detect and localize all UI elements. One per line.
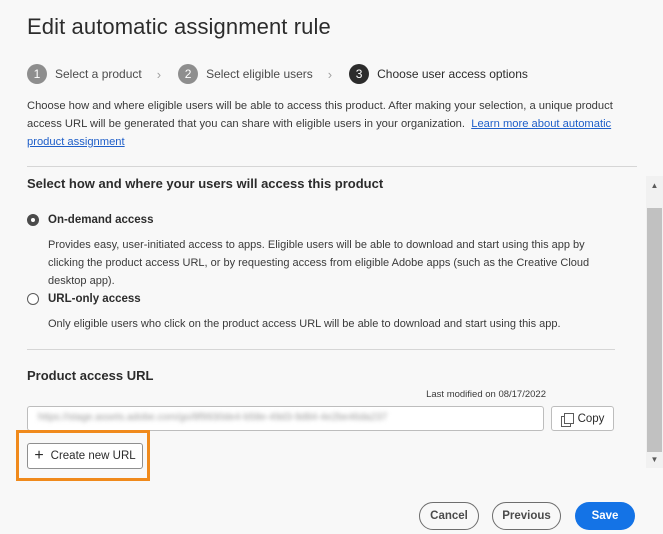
- product-access-url-field[interactable]: https://stage.assets.adobe.com/go/8f9930…: [27, 406, 544, 431]
- stepper: 1 Select a product › 2 Select eligible u…: [27, 64, 528, 84]
- scrollbar-thumb[interactable]: [647, 208, 662, 452]
- url-value: https://stage.assets.adobe.com/go/8f9930…: [38, 412, 388, 423]
- cancel-button[interactable]: Cancel: [419, 502, 479, 530]
- scroll-down-arrow-icon[interactable]: ▼: [646, 452, 663, 466]
- step-number: 2: [178, 64, 199, 84]
- url-only-description: Only eligible users who click on the pro…: [48, 318, 561, 330]
- radio-label: On-demand access: [48, 214, 154, 226]
- chevron-right-icon: ›: [156, 66, 162, 82]
- radio-button[interactable]: [27, 293, 39, 305]
- product-access-url-title: Product access URL: [27, 368, 154, 383]
- dialog-title: Edit automatic assignment rule: [27, 14, 331, 39]
- previous-button[interactable]: Previous: [492, 502, 561, 530]
- step-label: Select a product: [55, 67, 142, 81]
- radio-label: URL-only access: [48, 293, 141, 305]
- step-choose-access-options: 3 Choose user access options: [349, 64, 528, 84]
- plus-icon: +: [34, 447, 44, 464]
- create-new-url-button[interactable]: + Create new URL: [27, 443, 143, 469]
- intro-text: Choose how and where eligible users will…: [27, 97, 627, 151]
- last-modified-text: Last modified on 08/17/2022: [426, 389, 546, 400]
- chevron-right-icon: ›: [327, 66, 333, 82]
- radio-button-checked[interactable]: [27, 214, 39, 226]
- copy-label: Copy: [577, 412, 605, 425]
- create-label: Create new URL: [50, 450, 136, 462]
- access-options-panel: Select how and where your users will acc…: [27, 168, 617, 474]
- vertical-scrollbar[interactable]: ▲ ▼: [646, 176, 663, 468]
- on-demand-description: Provides easy, user-initiated access to …: [48, 239, 590, 287]
- step-number: 1: [27, 64, 47, 84]
- radio-on-demand-access[interactable]: On-demand access: [27, 214, 153, 226]
- section-title: Select how and where your users will acc…: [27, 176, 384, 191]
- copy-icon: [560, 412, 574, 427]
- divider: [27, 166, 637, 167]
- step-label: Choose user access options: [377, 67, 528, 81]
- step-label: Select eligible users: [206, 67, 313, 81]
- divider: [27, 349, 615, 350]
- step-number: 3: [349, 64, 370, 84]
- step-select-eligible-users: 2 Select eligible users: [178, 64, 313, 84]
- copy-button[interactable]: Copy: [551, 406, 614, 431]
- step-select-product: 1 Select a product: [27, 64, 142, 84]
- scroll-up-arrow-icon[interactable]: ▲: [646, 178, 663, 192]
- radio-url-only-access[interactable]: URL-only access: [27, 293, 141, 305]
- save-button[interactable]: Save: [575, 502, 635, 530]
